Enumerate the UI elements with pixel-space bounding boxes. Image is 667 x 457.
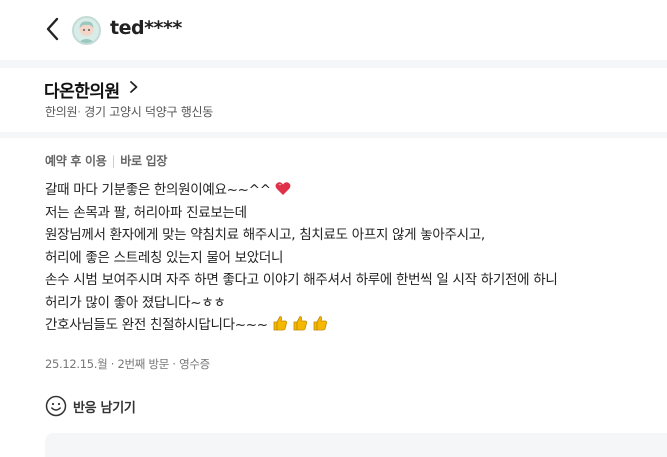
- react-button-label: 반응 남기기: [73, 400, 136, 416]
- review-text: 갈때 마다 기분좋은 한의원이예요~~^^ 저는 손목과 팔, 허리아파 진료보…: [45, 179, 655, 337]
- place-name[interactable]: 다온한의원: [44, 77, 120, 102]
- review-line: 허리에 좋은 스트레칭 있는지 물어 보았더니: [45, 249, 284, 266]
- review-tags: 예약 후 이용 | 바로 입장: [45, 152, 167, 169]
- smile-icon: [45, 395, 67, 417]
- comment-panel: [45, 433, 667, 457]
- divider: [0, 60, 667, 68]
- review-line: 갈때 마다 기분좋은 한의원이예요~~^^: [45, 179, 655, 202]
- thumbs-up-emoji-icon: [293, 316, 307, 331]
- review-line: 간호사님들도 완전 친절하시답니다~~~: [45, 314, 655, 337]
- review-line-text: 갈때 마다 기분좋은 한의원이예요~~^^: [45, 182, 271, 198]
- avatar-character-icon: [78, 21, 95, 43]
- thumbs-up-emoji-icon: [313, 316, 327, 331]
- avatar[interactable]: [72, 16, 101, 45]
- username[interactable]: ted****: [110, 17, 182, 39]
- review-line: 손수 시범 보여주시며 자주 하면 좋다고 이야기 해주셔서 하루에 한번씩 일…: [45, 272, 558, 288]
- tag-divider: |: [111, 154, 116, 168]
- review-line: 원장님께서 환자에게 맞는 약침치료 해주시고, 침치료도 아프지 않게 놓아주…: [45, 227, 485, 243]
- review-line: 허리가 많이 좋아 졌답니다~ㅎㅎ: [45, 294, 226, 311]
- place-category: 한의원: [45, 105, 78, 119]
- chevron-left-icon: [46, 17, 59, 41]
- meta-separator: ·: [77, 105, 81, 119]
- chevron-right-icon[interactable]: [128, 79, 140, 95]
- review-line-text: 간호사님들도 완전 친절하시답니다~~~: [45, 317, 268, 333]
- review-line: 저는 손목과 팔, 허리아파 진료보는데: [45, 204, 247, 221]
- react-button[interactable]: 반응 남기기: [45, 393, 136, 419]
- thumbs-up-emoji-icon: [273, 316, 287, 331]
- divider: [0, 132, 667, 138]
- heart-emoji-icon: [275, 182, 291, 195]
- back-button[interactable]: [40, 14, 66, 44]
- review-tag: 바로 입장: [120, 154, 168, 168]
- review-tag: 예약 후 이용: [45, 154, 107, 168]
- top-bar: ted****: [0, 0, 667, 60]
- place-card[interactable]: 다온한의원 한의원· 경기 고양시 덕양구 행신동: [24, 68, 667, 132]
- review-meta: 25.12.15.월 · 2번째 방문 · 영수증: [45, 357, 210, 371]
- place-meta: 한의원· 경기 고양시 덕양구 행신동: [45, 103, 213, 120]
- place-address: 경기 고양시 덕양구 행신동: [84, 105, 213, 119]
